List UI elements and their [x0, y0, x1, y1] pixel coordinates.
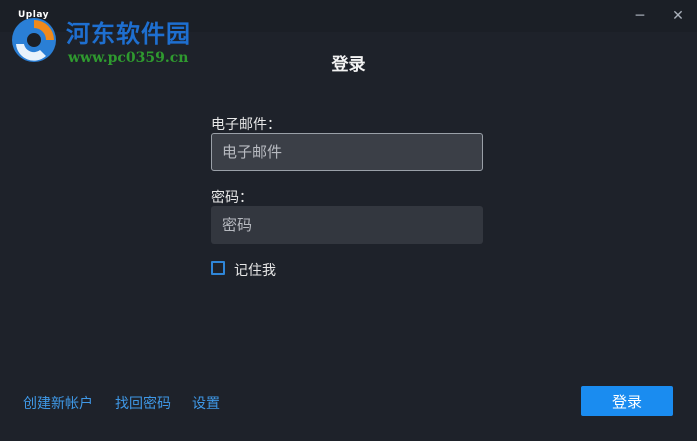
watermark-site-name: 河东软件园	[66, 19, 191, 48]
watermark-logo-text: Uplay	[18, 10, 49, 20]
create-account-link[interactable]: 创建新帐户	[23, 393, 93, 413]
email-label: 电子邮件：	[211, 117, 281, 133]
minimize-button[interactable]: ─	[630, 6, 650, 26]
login-button[interactable]: 登录	[581, 386, 673, 416]
settings-link[interactable]: 设置	[192, 393, 220, 413]
recover-password-link[interactable]: 找回密码	[115, 393, 171, 413]
email-field[interactable]	[211, 133, 483, 171]
dialog-title: 登录	[331, 55, 366, 75]
remember-checkbox[interactable]	[211, 261, 225, 275]
password-field[interactable]	[211, 206, 483, 244]
remember-label: 记住我	[234, 263, 276, 279]
close-button[interactable]: ✕	[668, 6, 688, 26]
password-label: 密码：	[211, 190, 253, 206]
